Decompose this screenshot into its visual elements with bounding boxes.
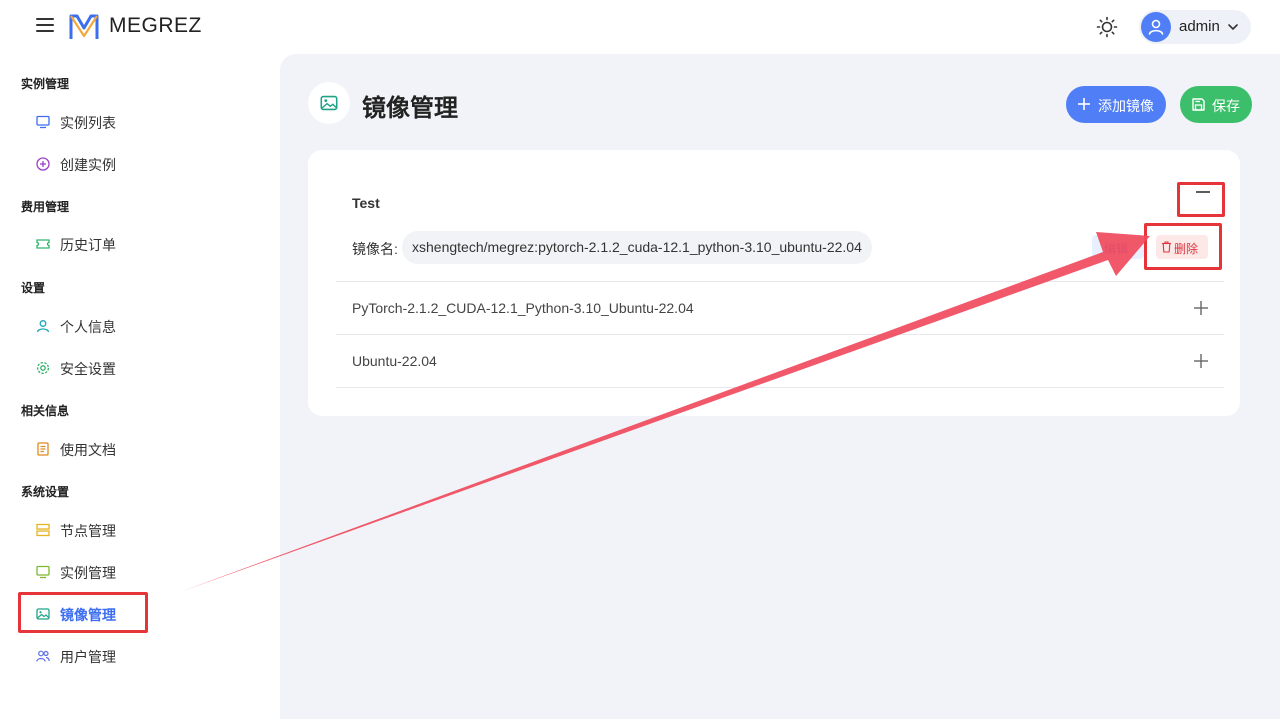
add-image-button-label: 添加镜像 [1098,98,1154,114]
app-name: MEGREZ [109,14,202,37]
image-icon [320,95,338,111]
image-item-title[interactable]: Ubuntu-22.04 [352,353,437,369]
delete-button-label: 删除 [1174,242,1199,256]
sidebar-item-label: 实例管理 [60,565,116,581]
sidebar-item-create-instance[interactable]: 创建实例 [18,147,268,181]
top-bar: MEGREZ admin [0,0,1280,54]
sidebar-item-label: 创建实例 [60,157,116,173]
server-icon [36,523,50,537]
monitor-icon [36,565,50,579]
sidebar-item-label: 节点管理 [60,523,116,539]
image-icon [36,608,50,620]
add-image-button[interactable]: 添加镜像 [1066,86,1166,123]
collapse-icon[interactable] [1192,180,1214,202]
main-content: 镜像管理 添加镜像 保存 Test 镜像名: xshengtech/megrez… [280,54,1280,719]
delete-button[interactable]: 删除 [1156,235,1208,259]
menu-icon[interactable] [36,18,54,32]
trash-icon [1162,241,1171,253]
page-icon [308,82,350,124]
save-button-label: 保存 [1212,98,1240,114]
username: admin [1179,18,1220,35]
gear-icon [36,361,50,375]
save-icon [1192,98,1205,111]
sidebar-item-label: 历史订单 [60,237,116,253]
sidebar-item-label: 个人信息 [60,319,116,335]
user-icon [36,320,50,333]
sidebar-item-order-history[interactable]: 历史订单 [18,227,268,261]
sidebar-item-profile[interactable]: 个人信息 [18,309,268,343]
divider [336,281,1224,282]
sidebar-item-users[interactable]: 用户管理 [18,639,268,673]
divider [336,387,1224,388]
divider [336,334,1224,335]
edit-button-label: 编辑 [1104,242,1129,256]
document-icon [37,442,49,456]
users-icon [36,650,50,662]
sidebar-item-images[interactable]: 镜像管理 [18,597,268,631]
plus-icon [1078,98,1090,110]
avatar [1141,12,1171,42]
image-list-card: Test 镜像名: xshengtech/megrez:pytorch-2.1.… [308,150,1240,416]
sidebar-item-label: 用户管理 [60,649,116,665]
expand-icon[interactable] [1192,352,1210,370]
sidebar-item-nodes[interactable]: 节点管理 [18,513,268,547]
sidebar-item-label: 安全设置 [60,361,116,377]
edit-button[interactable]: 编辑 [1092,235,1144,259]
sidebar-section-title: 设置 [21,281,46,295]
chevron-down-icon [1228,24,1238,31]
ticket-icon [36,239,50,249]
sun-icon[interactable] [1096,16,1118,38]
expand-icon[interactable] [1192,299,1210,317]
sidebar-item-instances-admin[interactable]: 实例管理 [18,555,268,589]
save-button[interactable]: 保存 [1180,86,1252,123]
user-icon [1148,19,1164,35]
page-title: 镜像管理 [362,95,458,122]
logo-icon [69,14,99,39]
image-name-label: 镜像名: [352,241,398,257]
sidebar-item-label: 镜像管理 [60,607,116,623]
image-item-title[interactable]: PyTorch-2.1.2_CUDA-12.1_Python-3.10_Ubun… [352,300,694,316]
sidebar-item-security[interactable]: 安全设置 [18,351,268,385]
image-item-title[interactable]: Test [352,195,380,211]
sidebar-section-title: 实例管理 [21,77,70,91]
monitor-icon [36,115,50,129]
plus-circle-icon [36,157,50,171]
sidebar-item-instance-list[interactable]: 实例列表 [18,105,268,139]
sidebar-section-title: 系统设置 [21,485,70,499]
user-menu[interactable]: admin [1139,10,1251,44]
sidebar-section-title: 相关信息 [21,404,70,418]
sidebar-item-label: 使用文档 [60,442,116,458]
sidebar: 实例管理 实例列表 创建实例 费用管理 历史订单 设置 个人信息 安全设置 相关… [0,54,280,719]
sidebar-item-label: 实例列表 [60,115,116,131]
sidebar-section-title: 费用管理 [21,200,70,214]
sidebar-item-docs[interactable]: 使用文档 [18,432,268,466]
image-name-value: xshengtech/megrez:pytorch-2.1.2_cuda-12.… [402,231,872,264]
